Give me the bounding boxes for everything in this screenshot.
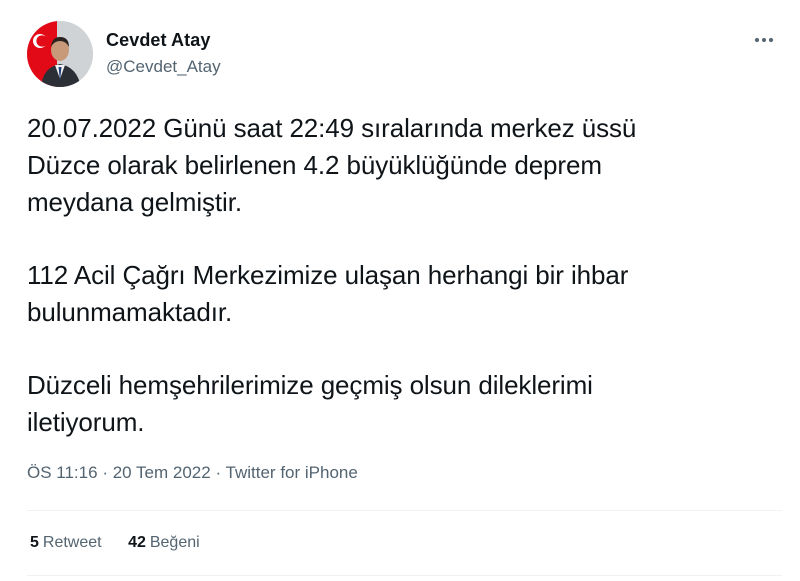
avatar-photo (27, 21, 93, 87)
more-horizontal-icon (754, 38, 775, 42)
tweet-stats: 5 Retweet 42 Beğeni (30, 534, 222, 552)
retweets-stat[interactable]: 5 Retweet (30, 534, 102, 552)
tweet-paragraph: 112 Acil Çağrı Merkezimize ulaşan herhan… (27, 260, 629, 327)
author-handle[interactable]: @Cevdet_Atay (106, 57, 221, 77)
tweet-card: Cevdet Atay @Cevdet_Atay 20.07.2022 Günü… (0, 0, 800, 581)
likes-count: 42 (128, 534, 146, 551)
tweet-time[interactable]: ÖS 11:16 (27, 463, 98, 482)
tweet-meta: ÖS 11:16 · 20 Tem 2022 · Twitter for iPh… (27, 463, 358, 483)
divider (27, 575, 782, 576)
likes-label: Beğeni (149, 534, 200, 551)
tweet-text: 20.07.2022 Günü saat 22:49 sıralarında m… (27, 110, 787, 441)
meta-separator: · (102, 463, 108, 482)
tweet-date[interactable]: 20 Tem 2022 (113, 463, 211, 482)
author-avatar[interactable] (27, 21, 93, 87)
more-options-button[interactable] (750, 28, 778, 52)
tweet-paragraph: Düzceli hemşehrilerimize geçmiş olsun di… (27, 370, 593, 437)
tweet-source[interactable]: Twitter for iPhone (226, 463, 358, 482)
meta-separator: · (215, 463, 222, 482)
author-name[interactable]: Cevdet Atay (106, 30, 210, 51)
divider (27, 510, 782, 511)
retweets-count: 5 (30, 534, 39, 551)
tweet-paragraph: 20.07.2022 Günü saat 22:49 sıralarında m… (27, 113, 637, 217)
likes-stat[interactable]: 42 Beğeni (128, 534, 200, 552)
retweets-label: Retweet (42, 534, 102, 551)
